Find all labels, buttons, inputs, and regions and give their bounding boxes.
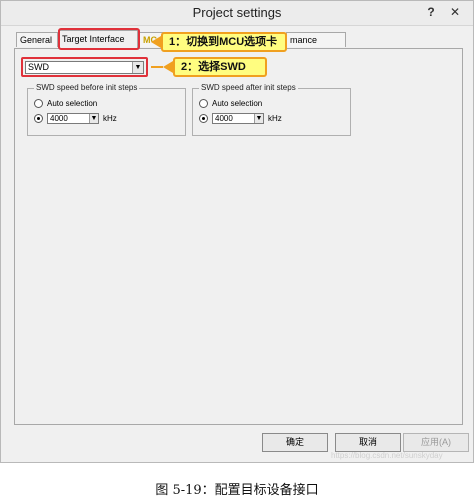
callout-arrow-2 [163, 61, 173, 73]
speed-after-value: 4000 [215, 114, 233, 124]
title-bar: Project settings ? ✕ [1, 1, 473, 26]
speed-after-group: SWD speed after init steps Auto selectio… [192, 83, 351, 136]
radio-manual-after[interactable] [199, 114, 208, 124]
close-icon[interactable]: ✕ [445, 3, 465, 21]
speed-after-legend: SWD speed after init steps [199, 83, 298, 92]
help-button[interactable]: ? [421, 3, 441, 21]
project-settings-window: Project settings ? ✕ General Target Inte… [0, 0, 474, 463]
radio-manual-before[interactable] [34, 114, 43, 124]
radio-auto-after[interactable] [199, 99, 208, 109]
speed-before-value: 4000 [50, 114, 68, 124]
tab-performance[interactable]: mance [286, 32, 346, 47]
speed-before-group: SWD speed before init steps Auto selecti… [27, 83, 186, 136]
auto-after-label: Auto selection [212, 99, 263, 108]
callout-switch-to-mcu: 1：切换到MCU选项卡 [161, 32, 287, 52]
speed-before-manual-row[interactable]: 4000 ▼ kHz [34, 113, 117, 125]
ok-button[interactable]: 确定 [262, 433, 328, 452]
speed-after-input[interactable]: 4000 ▼ [212, 113, 264, 125]
speed-before-unit: kHz [103, 114, 117, 123]
auto-before-label: Auto selection [47, 99, 98, 108]
window-title: Project settings [192, 5, 282, 20]
watermark: https://blog.csdn.net/sunskyday [331, 451, 443, 460]
callout-arrow-line-2 [151, 66, 163, 68]
interface-select-highlight [21, 57, 148, 77]
figure-caption: 图 5-19：配置目标设备接口 [155, 483, 319, 498]
speed-after-auto-row[interactable]: Auto selection [199, 98, 262, 110]
callout-select-swd: 2：选择SWD [173, 57, 267, 77]
tab-general[interactable]: General [16, 32, 58, 47]
speed-before-legend: SWD speed before init steps [34, 83, 140, 92]
cancel-button[interactable]: 取消 [335, 433, 401, 452]
speed-after-manual-row[interactable]: 4000 ▼ kHz [199, 113, 282, 125]
chevron-down-icon[interactable]: ▼ [89, 114, 98, 124]
apply-button[interactable]: 应用(A) [403, 433, 469, 452]
callout-arrow-1 [151, 36, 161, 48]
speed-before-auto-row[interactable]: Auto selection [34, 98, 97, 110]
chevron-down-icon[interactable]: ▼ [254, 114, 263, 124]
speed-after-unit: kHz [268, 114, 282, 123]
radio-auto-before[interactable] [34, 99, 43, 109]
speed-before-input[interactable]: 4000 ▼ [47, 113, 99, 125]
target-tab-highlight [58, 28, 140, 50]
